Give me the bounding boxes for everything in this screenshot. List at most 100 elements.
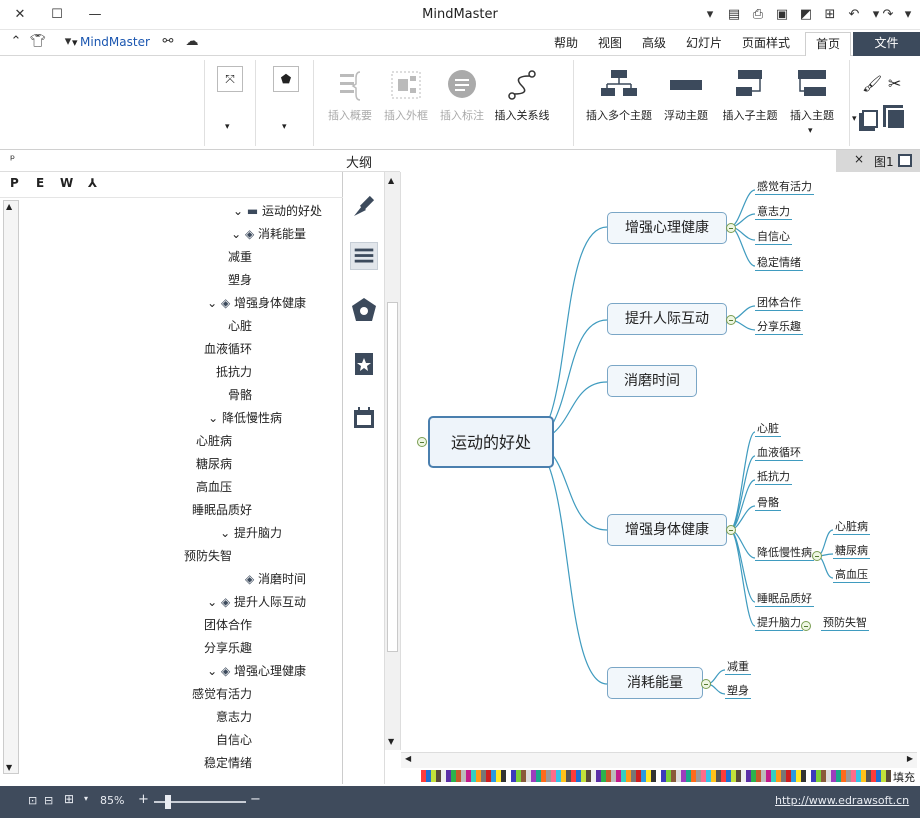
export-pdf-icon[interactable]: P bbox=[10, 176, 19, 190]
fit-width-icon[interactable]: ⊟ bbox=[44, 794, 53, 807]
outline-row[interactable]: 感觉有活力 bbox=[192, 683, 252, 705]
collapse-body-icon[interactable] bbox=[726, 525, 736, 535]
tab-home[interactable]: 首页 bbox=[805, 32, 852, 56]
collapse-root-icon[interactable] bbox=[417, 437, 427, 447]
canvas-scroll-right-icon[interactable]: ▶ bbox=[907, 754, 913, 763]
export-excel-icon[interactable]: E bbox=[36, 176, 44, 190]
full-screen-icon[interactable]: ⊞ bbox=[64, 792, 74, 806]
outline-row[interactable]: 减重 bbox=[228, 246, 252, 268]
pin-icon[interactable]: ᵖ bbox=[10, 152, 15, 166]
outline-row[interactable]: 睡眠品质好 bbox=[192, 499, 252, 521]
insert-boundary-button[interactable]: 插入外框 bbox=[380, 66, 432, 123]
outline-row[interactable]: ⌄ ◈ 增强心理健康 bbox=[207, 660, 306, 682]
copy-dropdown-icon[interactable]: ▾ bbox=[852, 114, 857, 124]
outline-row[interactable]: 分享乐趣 bbox=[204, 637, 252, 659]
outline-row[interactable]: ⌄ 提升脑力 bbox=[220, 522, 282, 544]
expand-chevron-icon[interactable]: ⌄ bbox=[231, 227, 245, 241]
share-icon[interactable]: ⚯ bbox=[158, 32, 178, 52]
outline-row[interactable]: 稳定情绪 bbox=[204, 752, 252, 774]
zoom-slider-thumb[interactable] bbox=[164, 795, 171, 809]
layout-icon[interactable]: ⤧ bbox=[217, 66, 243, 92]
cloud-icon[interactable]: ☁ bbox=[182, 32, 202, 52]
zoom-out-button[interactable]: − bbox=[250, 792, 261, 807]
redo-dropdown-icon[interactable]: ▾ bbox=[898, 5, 918, 25]
layout-dropdown-icon[interactable]: ▾ bbox=[225, 122, 230, 132]
main-topic-mental[interactable]: 增强心理健康 bbox=[607, 212, 727, 244]
expand-chevron-icon[interactable]: ⌄ bbox=[220, 526, 234, 540]
subtopic[interactable]: 自信心 bbox=[755, 230, 792, 245]
outline-row[interactable]: 意志力 bbox=[216, 706, 252, 728]
outline-scrollbar[interactable]: ▲ ▼ bbox=[3, 200, 19, 774]
close-tab-icon[interactable]: × bbox=[854, 152, 864, 166]
insert-subtopic-button[interactable]: 插入子主题 bbox=[720, 66, 780, 123]
export-mindmap-icon[interactable]: ⅄ bbox=[88, 176, 97, 190]
subtopic[interactable]: 高血压 bbox=[833, 568, 870, 583]
subtopic[interactable]: 睡眠品质好 bbox=[755, 592, 814, 607]
collapse-energy-icon[interactable] bbox=[701, 679, 711, 689]
save-icon[interactable]: ◩ bbox=[796, 5, 816, 25]
subtopic[interactable]: 团体合作 bbox=[755, 296, 803, 311]
subtopic[interactable]: 预防失智 bbox=[821, 616, 869, 631]
outline-row[interactable]: 糖尿病 bbox=[196, 453, 232, 475]
website-link[interactable]: http://www.edrawsoft.cn bbox=[775, 794, 909, 807]
format-brush-icon[interactable] bbox=[350, 190, 378, 218]
zoom-level[interactable]: 85% bbox=[100, 794, 124, 807]
outline-row[interactable]: 心脏病 bbox=[196, 430, 232, 452]
new-icon[interactable]: ⊞ bbox=[820, 5, 840, 25]
subtopic[interactable]: 减重 bbox=[725, 660, 751, 675]
subtopic[interactable]: 稳定情绪 bbox=[755, 256, 803, 271]
expand-chevron-icon[interactable]: ⌄ bbox=[207, 595, 221, 609]
subtopic[interactable]: 降低慢性病 bbox=[755, 546, 814, 561]
outline-row[interactable]: ⌄ ▬ 运动的好处 bbox=[233, 200, 322, 222]
theme-style-icon[interactable]: ⬟ bbox=[273, 66, 299, 92]
expand-chevron-icon[interactable]: ⌄ bbox=[233, 204, 247, 218]
subtopic[interactable]: 抵抗力 bbox=[755, 470, 792, 485]
paste-icon[interactable] bbox=[886, 108, 906, 130]
format-painter-icon[interactable]: 🖌︎ bbox=[862, 74, 882, 93]
insert-topic-button[interactable]: 插入主题 bbox=[786, 66, 838, 123]
tab-advanced[interactable]: 高级 bbox=[632, 32, 676, 56]
file-icon[interactable]: ▤ bbox=[724, 5, 744, 25]
outline-row[interactable]: ◈ 消磨时间 bbox=[245, 568, 306, 590]
outline-view-icon[interactable] bbox=[350, 242, 378, 270]
main-topic-pastime[interactable]: 消磨时间 bbox=[607, 365, 697, 397]
subtopic[interactable]: 心脏 bbox=[755, 422, 781, 437]
canvas-vscroll-thumb[interactable] bbox=[387, 302, 398, 652]
copy-icon[interactable] bbox=[862, 110, 878, 128]
color-swatches[interactable] bbox=[421, 770, 891, 782]
main-topic-social[interactable]: 提升人际互动 bbox=[607, 303, 727, 335]
clipart-icon[interactable] bbox=[350, 296, 378, 324]
floating-topic-button[interactable]: 浮动主题 bbox=[660, 66, 712, 123]
cut-icon[interactable]: ✂ bbox=[888, 74, 901, 93]
zoom-dropdown-icon[interactable]: ▾ bbox=[84, 794, 88, 803]
collapse-social-icon[interactable] bbox=[726, 315, 736, 325]
close-window-button[interactable]: ✕ bbox=[10, 5, 30, 25]
canvas-scroll-up-icon[interactable]: ▲ bbox=[388, 176, 394, 185]
subtopic[interactable]: 分享乐趣 bbox=[755, 320, 803, 335]
tab-slides[interactable]: 幻灯片 bbox=[676, 32, 732, 56]
mindmaster-link[interactable]: MindMaster bbox=[80, 35, 150, 49]
outline-row[interactable]: ⌄ ◈ 增强身体健康 bbox=[207, 292, 306, 314]
tab-page-style[interactable]: 页面样式 bbox=[732, 32, 800, 56]
main-topic-energy[interactable]: 消耗能量 bbox=[607, 667, 703, 699]
outline-row[interactable]: ⌄ ◈ 提升人际互动 bbox=[207, 591, 306, 613]
insert-relationship-button[interactable]: 插入关系线 bbox=[492, 66, 552, 123]
tab-help[interactable]: 帮助 bbox=[544, 32, 588, 56]
insert-summary-button[interactable]: 插入概要 bbox=[324, 66, 376, 123]
subtopic[interactable]: 心脏病 bbox=[833, 520, 870, 535]
canvas-horizontal-scrollbar[interactable]: ◀ ▶ bbox=[401, 752, 917, 768]
customize-quick-access-icon[interactable]: ▾ bbox=[700, 5, 720, 25]
maximize-window-button[interactable]: ☐ bbox=[47, 5, 67, 25]
outline-row[interactable]: 自信心 bbox=[216, 729, 252, 751]
subtopic[interactable]: 糖尿病 bbox=[833, 544, 870, 559]
tab-file[interactable]: 文件 bbox=[853, 32, 920, 56]
subtopic[interactable]: 塑身 bbox=[725, 684, 751, 699]
theme-style-dropdown-icon[interactable]: ▾ bbox=[282, 122, 287, 132]
zoom-in-button[interactable]: + bbox=[138, 792, 149, 807]
expand-chevron-icon[interactable]: ⌄ bbox=[208, 411, 222, 425]
mindmap-canvas[interactable]: 运动的好处 增强心理健康 提升人际互动 消磨时间 增强身体健康 消耗能量 感觉有… bbox=[385, 172, 920, 750]
document-tab[interactable]: × 图1 bbox=[836, 150, 920, 172]
root-topic[interactable]: 运动的好处 bbox=[428, 416, 554, 468]
redo-icon[interactable]: ↷ bbox=[878, 5, 898, 25]
share-chevron-icon[interactable]: ▾ bbox=[72, 36, 78, 49]
